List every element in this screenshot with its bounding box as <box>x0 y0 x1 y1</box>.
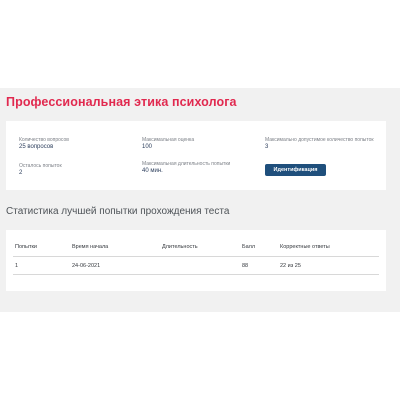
attempts-left-field: Осталось попыток 2 <box>19 163 137 177</box>
max-duration-field: Максимальная длительность попытки 40 мин… <box>142 161 260 175</box>
attempts-left-value: 2 <box>19 169 23 176</box>
max-score-field: Максимальная оценка 100 <box>142 137 260 151</box>
max-score-value: 100 <box>142 143 153 150</box>
stats-table: Попытки Время начала Длительность Балл К… <box>13 238 379 275</box>
cell-attempt: 1 <box>13 256 70 275</box>
cell-start-time: 24-06-2021 <box>70 256 160 275</box>
column-header-start-time: Время начала <box>70 238 160 257</box>
column-header-duration: Длительность <box>160 238 240 257</box>
page-title: Профессиональная этика психолога <box>6 95 237 109</box>
column-header-correct-answers: Корректные ответы <box>278 238 379 257</box>
cell-score: 88 <box>240 256 278 275</box>
questions-count-field: Количество вопросов 25 вопросов <box>19 137 137 151</box>
column-header-score: Балл <box>240 238 278 257</box>
max-attempts-field: Максимально допустимое количество попыто… <box>265 137 381 151</box>
cell-correct-answers: 22 из 25 <box>278 256 379 275</box>
page: Профессиональная этика психолога Количес… <box>0 0 400 400</box>
stats-title: Статистика лучшей попытки прохождения те… <box>6 206 230 217</box>
column-header-attempt: Попытки <box>13 238 70 257</box>
stats-card: Попытки Время начала Длительность Балл К… <box>6 230 386 291</box>
table-row: 1 24-06-2021 88 22 из 25 <box>13 256 379 275</box>
questions-count-value: 25 вопросов <box>19 143 54 150</box>
max-duration-value: 40 мин. <box>142 167 163 174</box>
identification-button[interactable]: Идентификация <box>265 164 326 176</box>
cell-duration <box>160 256 240 275</box>
max-attempts-label: Максимально допустимое количество попыто… <box>265 137 374 143</box>
test-info-card: Количество вопросов 25 вопросов Максимал… <box>6 121 386 190</box>
max-attempts-value: 3 <box>265 143 269 150</box>
table-header-row: Попытки Время начала Длительность Балл К… <box>13 238 379 257</box>
